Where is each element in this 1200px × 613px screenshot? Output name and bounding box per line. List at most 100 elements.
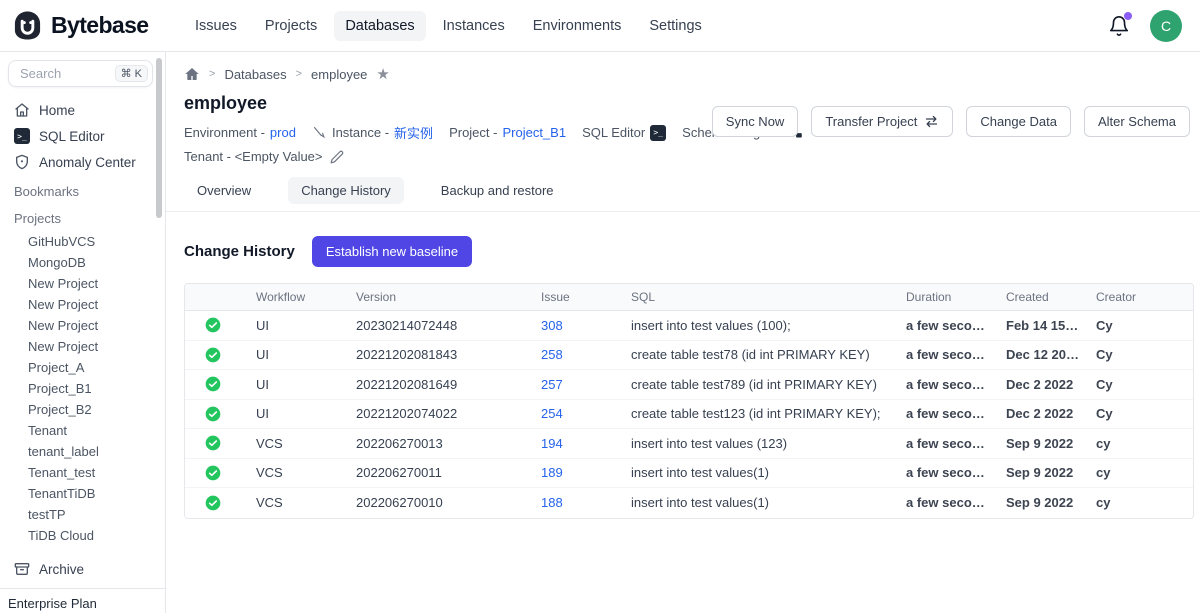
- workflow-cell: VCS: [240, 495, 340, 510]
- projects-list: GitHubVCSMongoDBNew ProjectNew ProjectNe…: [0, 231, 165, 546]
- sql-editor-shortcut[interactable]: SQL Editor >_: [582, 125, 666, 141]
- nav-item-instances[interactable]: Instances: [432, 11, 516, 41]
- table-row[interactable]: UI20230214072448308insert into test valu…: [185, 311, 1193, 341]
- sidebar-project-tenanttidb[interactable]: TenantTiDB: [0, 483, 165, 504]
- sidebar-project-tenant-test[interactable]: Tenant_test: [0, 462, 165, 483]
- nav-item-settings[interactable]: Settings: [638, 11, 712, 41]
- change-history-header: Change History Establish new baseline: [184, 236, 1194, 267]
- sql-cell: insert into test values (100);: [615, 318, 890, 333]
- edit-pencil-icon[interactable]: [330, 150, 344, 164]
- nav-item-issues[interactable]: Issues: [184, 11, 248, 41]
- sql-cell: create table test78 (id int PRIMARY KEY): [615, 347, 890, 362]
- instance-engine-icon: [312, 125, 327, 140]
- version-cell: 202206270013: [340, 436, 525, 451]
- instance-link[interactable]: 新实例: [394, 123, 433, 142]
- tab-overview[interactable]: Overview: [184, 177, 264, 204]
- change-data-button[interactable]: Change Data: [966, 106, 1071, 137]
- breadcrumb-separator: >: [209, 68, 215, 80]
- environment-link[interactable]: prod: [270, 125, 296, 140]
- column-header-workflow: Workflow: [240, 290, 340, 304]
- status-cell: [185, 317, 240, 333]
- sidebar-item-label: Home: [39, 103, 75, 118]
- created-cell: Dec 2 2022: [990, 406, 1080, 421]
- nav-item-environments[interactable]: Environments: [522, 11, 633, 41]
- environment-label: Environment -: [184, 125, 265, 140]
- breadcrumb-employee[interactable]: employee: [311, 67, 367, 82]
- sidebar-project-tenant-label[interactable]: tenant_label: [0, 441, 165, 462]
- home-icon[interactable]: [184, 66, 200, 82]
- transfer-project-button[interactable]: Transfer Project: [811, 106, 953, 137]
- sql-cell: insert into test values(1): [615, 495, 890, 510]
- sidebar-project-new-project[interactable]: New Project: [0, 273, 165, 294]
- sidebar-project-project-b1[interactable]: Project_B1: [0, 378, 165, 399]
- sql-cell: create table test123 (id int PRIMARY KEY…: [615, 406, 890, 421]
- search-box[interactable]: ⌘ K: [8, 60, 153, 87]
- column-header-issue: Issue: [525, 290, 615, 304]
- sidebar-item-sql-editor[interactable]: >_SQL Editor: [0, 123, 165, 149]
- sidebar-item-archive[interactable]: Archive: [0, 555, 165, 583]
- nav-item-projects[interactable]: Projects: [254, 11, 328, 41]
- status-cell: [185, 495, 240, 511]
- tab-backup-and-restore[interactable]: Backup and restore: [428, 177, 567, 204]
- button-label: Alter Schema: [1098, 114, 1176, 129]
- issue-link[interactable]: 254: [541, 406, 563, 421]
- column-header-created: Created: [990, 290, 1080, 304]
- avatar[interactable]: C: [1150, 10, 1182, 42]
- brand[interactable]: Bytebase: [12, 10, 170, 41]
- sync-now-button[interactable]: Sync Now: [712, 106, 799, 137]
- sidebar-project-testtp[interactable]: testTP: [0, 504, 165, 525]
- created-cell: Sep 9 2022: [990, 465, 1080, 480]
- sidebar-project-new-project[interactable]: New Project: [0, 315, 165, 336]
- issue-cell: 188: [525, 495, 615, 510]
- success-check-icon: [205, 347, 221, 363]
- sidebar-scrollbar[interactable]: [156, 58, 162, 218]
- nav-item-databases[interactable]: Databases: [334, 11, 425, 41]
- version-cell: 20221202074022: [340, 406, 525, 421]
- notifications-bell-icon[interactable]: [1108, 15, 1130, 37]
- table-row[interactable]: VCS202206270010188insert into test value…: [185, 488, 1193, 518]
- duration-cell: a few seconds: [890, 347, 990, 362]
- status-cell: [185, 435, 240, 451]
- sidebar-project-githubvcs[interactable]: GitHubVCS: [0, 231, 165, 252]
- search-input[interactable]: [18, 65, 111, 82]
- favorite-star-icon[interactable]: ★: [376, 67, 389, 82]
- sidebar-project-tenant[interactable]: Tenant: [0, 420, 165, 441]
- sidebar-project-mongodb[interactable]: MongoDB: [0, 252, 165, 273]
- issue-link[interactable]: 308: [541, 318, 563, 333]
- breadcrumb-databases[interactable]: Databases: [224, 67, 286, 82]
- sidebar-project-new-project[interactable]: New Project: [0, 294, 165, 315]
- column-header-creator: Creator: [1080, 290, 1193, 304]
- issue-link[interactable]: 258: [541, 347, 563, 362]
- duration-cell: a few seconds: [890, 465, 990, 480]
- issue-link[interactable]: 189: [541, 465, 563, 480]
- tab-change-history[interactable]: Change History: [288, 177, 404, 204]
- table-row[interactable]: VCS202206270011189insert into test value…: [185, 459, 1193, 489]
- sidebar-item-home[interactable]: Home: [0, 97, 165, 123]
- workflow-cell: UI: [240, 347, 340, 362]
- breadcrumb-separator: >: [296, 68, 302, 80]
- table-row[interactable]: VCS202206270013194insert into test value…: [185, 429, 1193, 459]
- project-link[interactable]: Project_B1: [502, 125, 566, 140]
- sidebar-item-anomaly-center[interactable]: Anomaly Center: [0, 149, 165, 175]
- issue-link[interactable]: 257: [541, 377, 563, 392]
- created-cell: Dec 2 2022: [990, 377, 1080, 392]
- sidebar-project-project-a[interactable]: Project_A: [0, 357, 165, 378]
- sidebar-nav: Home >_SQL EditorAnomaly Center: [0, 97, 165, 175]
- table-row[interactable]: UI20221202074022254create table test123 …: [185, 400, 1193, 430]
- issue-link[interactable]: 188: [541, 495, 563, 510]
- terminal-icon: >_: [14, 128, 30, 144]
- success-check-icon: [205, 495, 221, 511]
- button-label: Sync Now: [726, 114, 785, 129]
- duration-cell: a few seconds: [890, 318, 990, 333]
- issue-link[interactable]: 194: [541, 436, 563, 451]
- table-row[interactable]: UI20221202081649257create table test789 …: [185, 370, 1193, 400]
- sidebar-project-project-b2[interactable]: Project_B2: [0, 399, 165, 420]
- archive-label: Archive: [39, 562, 84, 577]
- table-row[interactable]: UI20221202081843258create table test78 (…: [185, 341, 1193, 371]
- duration-cell: a few seconds: [890, 495, 990, 510]
- alter-schema-button[interactable]: Alter Schema: [1084, 106, 1190, 137]
- establish-baseline-button[interactable]: Establish new baseline: [312, 236, 472, 267]
- sidebar-project-new-project[interactable]: New Project: [0, 336, 165, 357]
- sidebar-project-tidb-cloud[interactable]: TiDB Cloud: [0, 525, 165, 546]
- shield-icon: [14, 154, 30, 170]
